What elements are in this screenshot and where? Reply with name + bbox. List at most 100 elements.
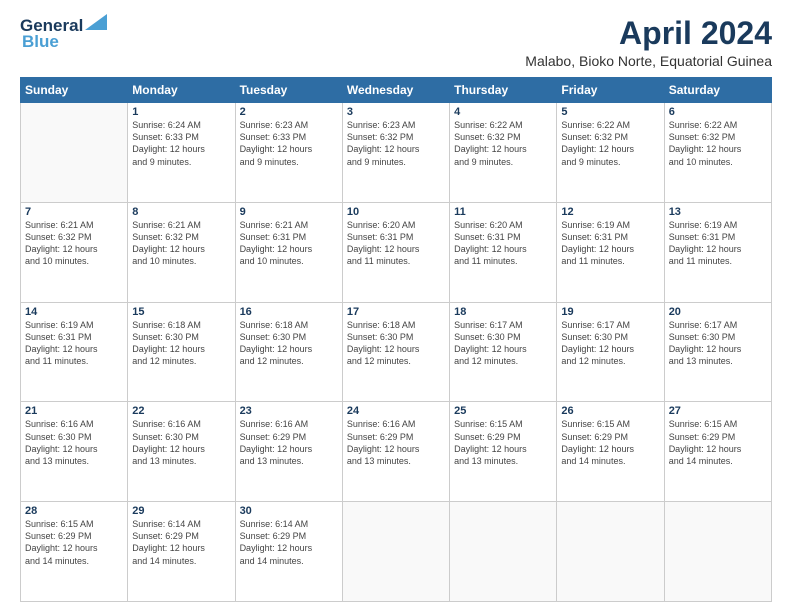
day-number: 20	[669, 306, 767, 318]
day-info: Sunrise: 6:18 AMSunset: 6:30 PMDaylight:…	[240, 319, 338, 368]
day-number: 18	[454, 306, 552, 318]
calendar-cell: 7Sunrise: 6:21 AMSunset: 6:32 PMDaylight…	[21, 202, 128, 302]
day-info: Sunrise: 6:18 AMSunset: 6:30 PMDaylight:…	[132, 319, 230, 368]
day-number: 4	[454, 106, 552, 118]
calendar-cell: 17Sunrise: 6:18 AMSunset: 6:30 PMDayligh…	[342, 302, 449, 402]
day-info: Sunrise: 6:15 AMSunset: 6:29 PMDaylight:…	[25, 518, 123, 567]
day-number: 10	[347, 206, 445, 218]
calendar-header-row: Sunday Monday Tuesday Wednesday Thursday…	[21, 78, 772, 103]
col-friday: Friday	[557, 78, 664, 103]
calendar-cell: 8Sunrise: 6:21 AMSunset: 6:32 PMDaylight…	[128, 202, 235, 302]
col-saturday: Saturday	[664, 78, 771, 103]
day-number: 23	[240, 405, 338, 417]
calendar-cell: 30Sunrise: 6:14 AMSunset: 6:29 PMDayligh…	[235, 502, 342, 602]
day-number: 21	[25, 405, 123, 417]
col-tuesday: Tuesday	[235, 78, 342, 103]
day-number: 14	[25, 306, 123, 318]
day-number: 1	[132, 106, 230, 118]
day-number: 2	[240, 106, 338, 118]
day-info: Sunrise: 6:17 AMSunset: 6:30 PMDaylight:…	[669, 319, 767, 368]
day-info: Sunrise: 6:16 AMSunset: 6:30 PMDaylight:…	[132, 418, 230, 467]
logo-blue: Blue	[22, 32, 59, 52]
day-info: Sunrise: 6:20 AMSunset: 6:31 PMDaylight:…	[347, 219, 445, 268]
calendar-cell: 6Sunrise: 6:22 AMSunset: 6:32 PMDaylight…	[664, 103, 771, 203]
day-info: Sunrise: 6:14 AMSunset: 6:29 PMDaylight:…	[240, 518, 338, 567]
calendar-cell: 5Sunrise: 6:22 AMSunset: 6:32 PMDaylight…	[557, 103, 664, 203]
calendar-cell: 16Sunrise: 6:18 AMSunset: 6:30 PMDayligh…	[235, 302, 342, 402]
title-section: April 2024 Malabo, Bioko Norte, Equatori…	[525, 16, 772, 69]
calendar-cell: 10Sunrise: 6:20 AMSunset: 6:31 PMDayligh…	[342, 202, 449, 302]
day-info: Sunrise: 6:22 AMSunset: 6:32 PMDaylight:…	[561, 119, 659, 168]
day-number: 22	[132, 405, 230, 417]
calendar-cell: 15Sunrise: 6:18 AMSunset: 6:30 PMDayligh…	[128, 302, 235, 402]
calendar-cell: 2Sunrise: 6:23 AMSunset: 6:33 PMDaylight…	[235, 103, 342, 203]
day-info: Sunrise: 6:16 AMSunset: 6:30 PMDaylight:…	[25, 418, 123, 467]
day-number: 27	[669, 405, 767, 417]
calendar-cell: 21Sunrise: 6:16 AMSunset: 6:30 PMDayligh…	[21, 402, 128, 502]
calendar-cell	[21, 103, 128, 203]
calendar-cell: 22Sunrise: 6:16 AMSunset: 6:30 PMDayligh…	[128, 402, 235, 502]
logo: General Blue	[20, 16, 107, 52]
logo-icon	[85, 14, 107, 30]
calendar-cell: 23Sunrise: 6:16 AMSunset: 6:29 PMDayligh…	[235, 402, 342, 502]
calendar-cell: 3Sunrise: 6:23 AMSunset: 6:32 PMDaylight…	[342, 103, 449, 203]
day-number: 15	[132, 306, 230, 318]
calendar-cell: 20Sunrise: 6:17 AMSunset: 6:30 PMDayligh…	[664, 302, 771, 402]
day-info: Sunrise: 6:16 AMSunset: 6:29 PMDaylight:…	[240, 418, 338, 467]
calendar-cell: 19Sunrise: 6:17 AMSunset: 6:30 PMDayligh…	[557, 302, 664, 402]
day-number: 29	[132, 505, 230, 517]
calendar-cell: 14Sunrise: 6:19 AMSunset: 6:31 PMDayligh…	[21, 302, 128, 402]
calendar-cell	[342, 502, 449, 602]
day-number: 8	[132, 206, 230, 218]
day-number: 6	[669, 106, 767, 118]
day-number: 19	[561, 306, 659, 318]
main-title: April 2024	[525, 16, 772, 51]
calendar-cell: 1Sunrise: 6:24 AMSunset: 6:33 PMDaylight…	[128, 103, 235, 203]
day-number: 28	[25, 505, 123, 517]
day-info: Sunrise: 6:23 AMSunset: 6:32 PMDaylight:…	[347, 119, 445, 168]
day-info: Sunrise: 6:19 AMSunset: 6:31 PMDaylight:…	[669, 219, 767, 268]
col-sunday: Sunday	[21, 78, 128, 103]
day-number: 9	[240, 206, 338, 218]
calendar-cell: 11Sunrise: 6:20 AMSunset: 6:31 PMDayligh…	[450, 202, 557, 302]
week-row-3: 14Sunrise: 6:19 AMSunset: 6:31 PMDayligh…	[21, 302, 772, 402]
day-info: Sunrise: 6:19 AMSunset: 6:31 PMDaylight:…	[25, 319, 123, 368]
day-info: Sunrise: 6:17 AMSunset: 6:30 PMDaylight:…	[561, 319, 659, 368]
week-row-2: 7Sunrise: 6:21 AMSunset: 6:32 PMDaylight…	[21, 202, 772, 302]
day-number: 11	[454, 206, 552, 218]
day-info: Sunrise: 6:15 AMSunset: 6:29 PMDaylight:…	[669, 418, 767, 467]
day-number: 30	[240, 505, 338, 517]
col-monday: Monday	[128, 78, 235, 103]
subtitle: Malabo, Bioko Norte, Equatorial Guinea	[525, 53, 772, 69]
calendar-cell	[664, 502, 771, 602]
day-info: Sunrise: 6:21 AMSunset: 6:32 PMDaylight:…	[132, 219, 230, 268]
week-row-1: 1Sunrise: 6:24 AMSunset: 6:33 PMDaylight…	[21, 103, 772, 203]
calendar-cell: 27Sunrise: 6:15 AMSunset: 6:29 PMDayligh…	[664, 402, 771, 502]
day-info: Sunrise: 6:20 AMSunset: 6:31 PMDaylight:…	[454, 219, 552, 268]
calendar-cell: 26Sunrise: 6:15 AMSunset: 6:29 PMDayligh…	[557, 402, 664, 502]
calendar-cell	[557, 502, 664, 602]
day-number: 7	[25, 206, 123, 218]
header: General Blue April 2024 Malabo, Bioko No…	[20, 16, 772, 69]
day-number: 3	[347, 106, 445, 118]
page: General Blue April 2024 Malabo, Bioko No…	[0, 0, 792, 612]
day-info: Sunrise: 6:14 AMSunset: 6:29 PMDaylight:…	[132, 518, 230, 567]
calendar-cell: 9Sunrise: 6:21 AMSunset: 6:31 PMDaylight…	[235, 202, 342, 302]
calendar: Sunday Monday Tuesday Wednesday Thursday…	[20, 77, 772, 602]
week-row-5: 28Sunrise: 6:15 AMSunset: 6:29 PMDayligh…	[21, 502, 772, 602]
calendar-cell: 12Sunrise: 6:19 AMSunset: 6:31 PMDayligh…	[557, 202, 664, 302]
day-info: Sunrise: 6:21 AMSunset: 6:32 PMDaylight:…	[25, 219, 123, 268]
day-info: Sunrise: 6:15 AMSunset: 6:29 PMDaylight:…	[561, 418, 659, 467]
day-number: 12	[561, 206, 659, 218]
day-info: Sunrise: 6:22 AMSunset: 6:32 PMDaylight:…	[669, 119, 767, 168]
day-info: Sunrise: 6:19 AMSunset: 6:31 PMDaylight:…	[561, 219, 659, 268]
calendar-cell: 29Sunrise: 6:14 AMSunset: 6:29 PMDayligh…	[128, 502, 235, 602]
calendar-cell: 24Sunrise: 6:16 AMSunset: 6:29 PMDayligh…	[342, 402, 449, 502]
day-info: Sunrise: 6:22 AMSunset: 6:32 PMDaylight:…	[454, 119, 552, 168]
col-wednesday: Wednesday	[342, 78, 449, 103]
calendar-cell: 4Sunrise: 6:22 AMSunset: 6:32 PMDaylight…	[450, 103, 557, 203]
calendar-cell: 13Sunrise: 6:19 AMSunset: 6:31 PMDayligh…	[664, 202, 771, 302]
day-info: Sunrise: 6:21 AMSunset: 6:31 PMDaylight:…	[240, 219, 338, 268]
calendar-cell: 25Sunrise: 6:15 AMSunset: 6:29 PMDayligh…	[450, 402, 557, 502]
calendar-cell: 28Sunrise: 6:15 AMSunset: 6:29 PMDayligh…	[21, 502, 128, 602]
